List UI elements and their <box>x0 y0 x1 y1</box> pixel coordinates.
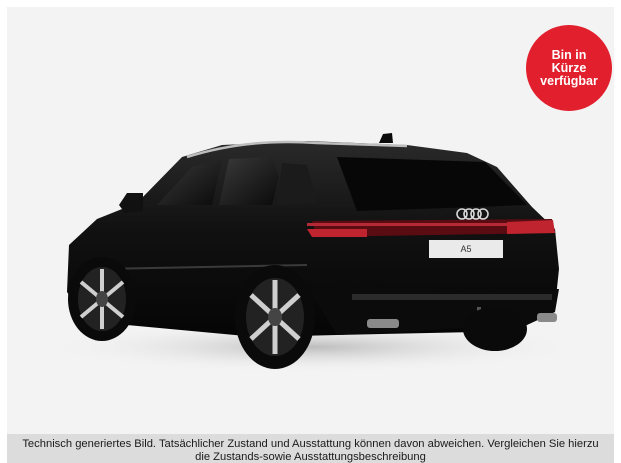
image-disclaimer: Technisch generiertes Bild. Tatsächliche… <box>7 434 614 463</box>
image-disclaimer-line1: Technisch generiertes Bild. Tatsächliche… <box>22 438 599 450</box>
availability-badge-line1: Bin in <box>551 47 587 62</box>
vehicle-image-frame: A5 Bin in Kürze verfügbar Technisch gene… <box>7 7 614 463</box>
availability-badge-line2: Kürze <box>551 60 587 75</box>
license-plate-text: A5 <box>460 244 472 254</box>
availability-badge: Bin in Kürze verfügbar <box>526 25 612 111</box>
availability-badge-line3: verfügbar <box>540 73 598 88</box>
car-image <box>42 133 582 373</box>
image-disclaimer-line2: die Zustands-sowie Ausstattungsbeschreib… <box>195 451 426 463</box>
